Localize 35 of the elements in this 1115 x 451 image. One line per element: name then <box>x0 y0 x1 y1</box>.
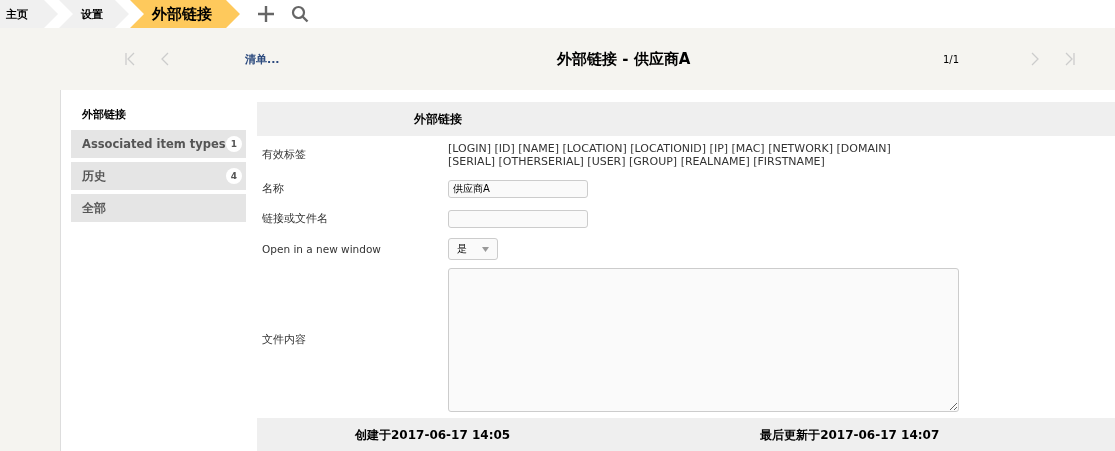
list-link[interactable]: 清单... <box>245 51 280 67</box>
count-badge: 4 <box>226 168 242 184</box>
timestamp: 最后更新于2017-06-17 14:07 <box>760 426 940 444</box>
page-title: 外部链接 - 供应商A <box>557 49 692 69</box>
tab-label: 外部链接 <box>82 106 126 122</box>
first-page-icon[interactable] <box>125 52 135 66</box>
timestamp: 创建于2017-06-17 14:05 <box>355 426 511 444</box>
search-icon[interactable] <box>291 5 309 23</box>
previous-icon[interactable] <box>161 52 169 66</box>
caret-icon <box>482 246 490 252</box>
count-badge: 1 <box>226 136 242 152</box>
tag-list: [LOGIN] [ID] [NAME] [LOCATION] [LOCATIONID] [IP] [MAC] [NETWORK] [DOMAIN] [SERIAL] [OTHERSERIAL] [USER] [GROUP] [REALNAME] [FIRSTNAME] <box>448 142 918 168</box>
tab-label: 全部 <box>82 200 106 216</box>
breadcrumb[interactable]: 外部链接 <box>130 0 240 28</box>
field-label: Open in a new window <box>261 243 382 255</box>
input-field[interactable]: 供应商A <box>448 180 588 198</box>
sidebar-tab[interactable]: 全部 <box>71 194 246 222</box>
field-label: 名称 <box>261 182 285 196</box>
input-field[interactable] <box>448 210 588 228</box>
page-counter: 1/1 <box>942 53 959 65</box>
sidebar-tab[interactable]: 历史 4 <box>71 162 246 190</box>
text-area[interactable] <box>448 268 959 412</box>
next-icon[interactable] <box>1031 52 1039 66</box>
sidebar-tab[interactable]: Associated item types 1 <box>71 130 246 158</box>
field-label: 文件内容 <box>261 333 307 347</box>
field-label: 链接或文件名 <box>261 212 329 226</box>
last-page-icon[interactable] <box>1065 52 1075 66</box>
dropdown[interactable]: 是 <box>448 238 498 260</box>
tab-label: 历史 <box>82 168 106 184</box>
breadcrumb[interactable]: 设置 <box>59 0 129 28</box>
field-label: 有效标签 <box>261 148 307 162</box>
section-header: 外部链接 <box>257 102 1115 136</box>
breadcrumb[interactable]: 主页 <box>0 0 58 28</box>
add-icon[interactable] <box>257 5 275 23</box>
tab-label: Associated item types <box>82 137 226 151</box>
